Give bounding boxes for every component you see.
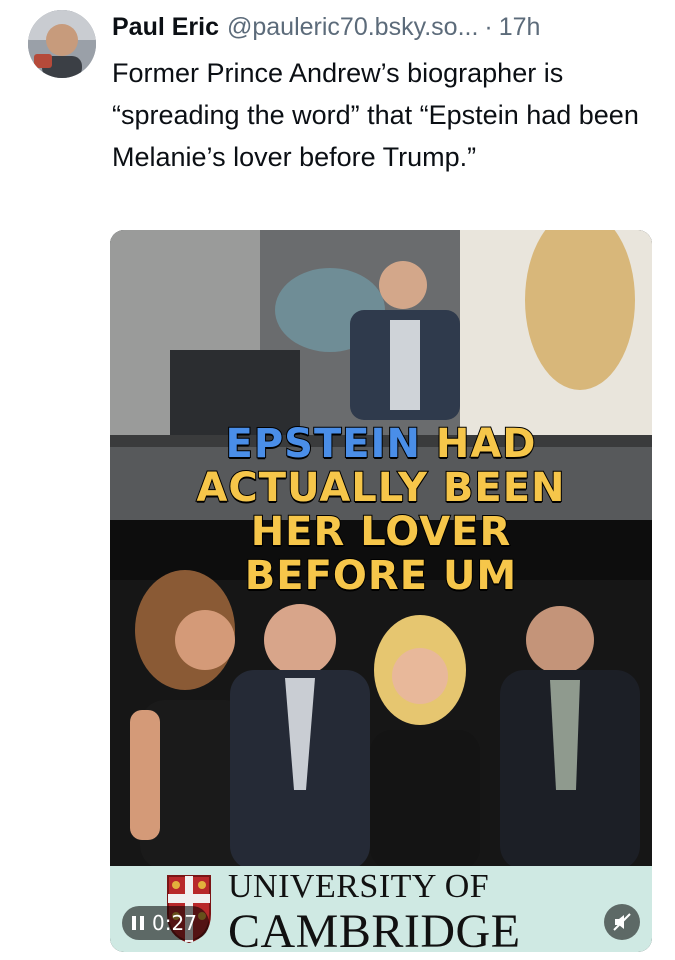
speaker-muted-icon: [613, 913, 631, 931]
caption-line-1: EPSTEIN HAD: [110, 421, 652, 467]
caption-line-3: HER LOVER: [250, 509, 512, 555]
author-avatar[interactable]: [28, 10, 96, 78]
video-player[interactable]: EPSTEIN HAD ACTUALLY BEEN HER LOVER BEFO…: [110, 230, 652, 952]
meta-separator: ·: [484, 12, 493, 41]
university-line-2: CAMBRIDGE: [228, 905, 521, 952]
mute-button[interactable]: [604, 904, 640, 940]
author-name[interactable]: Paul Eric: [112, 13, 219, 42]
avatar-image: [28, 10, 96, 78]
post-time[interactable]: 17h: [499, 13, 541, 42]
university-line-1: UNIVERSITY OF: [228, 868, 490, 905]
pause-icon: [132, 916, 144, 930]
post-header: Paul Eric @pauleric70.bsky.so... · 17h: [112, 10, 657, 44]
caption-line-2: ACTUALLY BEEN: [195, 465, 566, 511]
play-pause-timer-button[interactable]: 0:27: [122, 906, 209, 940]
post-text: Former Prince Andrew’s biographer is “sp…: [112, 58, 639, 172]
author-handle[interactable]: @pauleric70.bsky.so...: [227, 13, 478, 42]
caption-word-had: HAD: [435, 421, 537, 467]
caption-line-4: BEFORE UM: [244, 553, 518, 599]
video-elapsed-time: 0:27: [152, 911, 197, 935]
caption-word-epstein: EPSTEIN: [224, 421, 421, 467]
